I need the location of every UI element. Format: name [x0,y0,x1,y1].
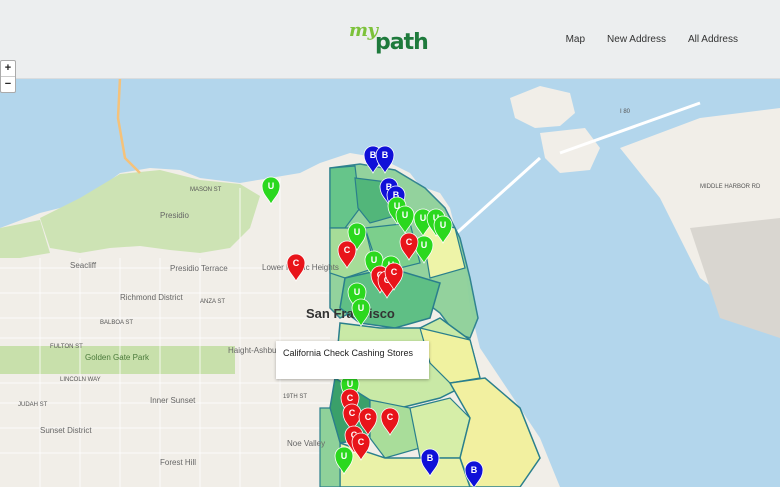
nav-new-address-link[interactable]: New Address [607,34,666,45]
map-canvas[interactable]: San Francisco Presidio Presidio Terrace … [0,78,780,487]
marker-label: C [406,237,413,247]
marker-label: U [440,220,447,230]
marker-label: C [293,258,300,268]
map-label: Seacliff [70,261,97,270]
map-label: Golden Gate Park [85,353,150,362]
map-label: MIDDLE HARBOR RD [700,184,761,190]
location-popup: California Check Cashing Stores [276,341,429,379]
map-label: ANZA ST [200,299,225,305]
marker-label: U [421,240,428,250]
popup-text: California Check Cashing Stores [283,348,414,358]
marker-label: U [354,227,361,237]
marker-label: U [354,287,361,297]
map-label: Richmond District [120,293,183,302]
marker-label: C [358,437,365,447]
map-label: LINCOLN WAY [60,377,101,383]
map-label: MASON ST [190,187,222,193]
map-label: I 80 [620,109,631,115]
zoom-in-button[interactable]: + [1,61,15,76]
marker-label: U [402,210,409,220]
marker-label: U [420,213,427,223]
marker-label: C [349,408,356,418]
map-label: Presidio Terrace [170,264,228,273]
map-label: Haight-Ashbury [228,346,283,355]
map-label: FULTON ST [50,344,83,350]
map-label: Presidio [160,211,189,220]
map-label: Noe Valley [287,439,325,448]
map-label: 19TH ST [283,394,307,400]
map-label: BALBOA ST [100,320,133,326]
map-label: Inner Sunset [150,396,196,405]
marker-label: U [371,255,378,265]
zoom-control: + − [0,60,16,93]
top-nav: Map New Address All Address [566,34,738,45]
nav-all-address-link[interactable]: All Address [688,34,738,45]
marker-label: B [471,465,478,475]
marker-label: C [344,245,351,255]
logo-path-text: path [375,30,429,55]
map-label: Forest Hill [160,458,196,467]
map-label: Sunset District [40,426,92,435]
marker-label: C [387,412,394,422]
zoom-out-button[interactable]: − [1,76,15,92]
nav-map-link[interactable]: Map [566,34,585,45]
logo-my-text: my [349,20,378,41]
marker-label: B [382,150,389,160]
marker-label: C [347,393,354,403]
marker-label: U [341,451,348,461]
marker-label: C [391,267,398,277]
marker-label: C [365,412,372,422]
map-label: JUDAH ST [18,402,48,408]
marker-label: U [268,181,275,191]
marker-label: U [358,303,365,313]
marker-label: U [347,379,354,389]
map-label-city: San Francisco [306,306,395,321]
app-header: my path Map New Address All Address [0,0,780,79]
mypath-logo[interactable]: my path [345,14,435,58]
marker-label: B [427,453,434,463]
